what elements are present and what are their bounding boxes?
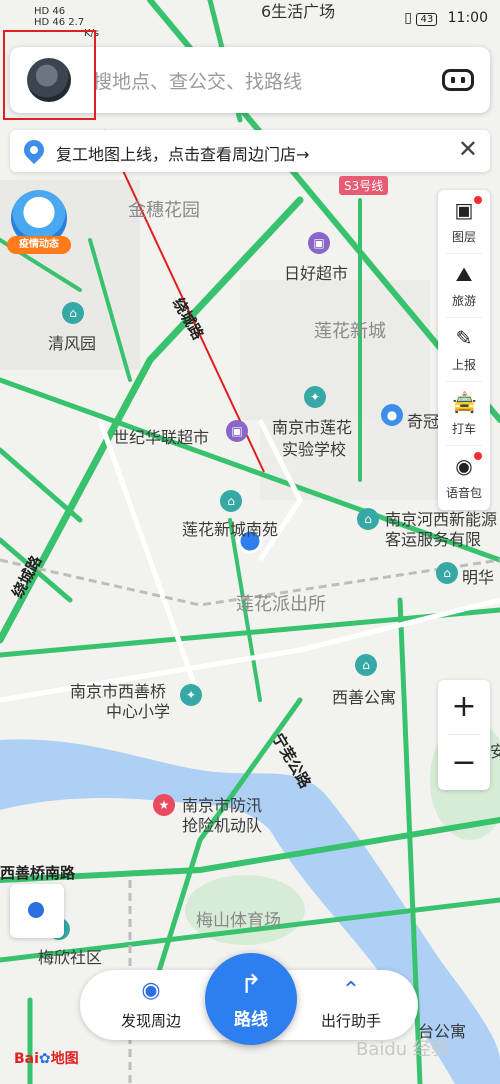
- banner-text[interactable]: 复工地图上线，点击查看周边门店→: [56, 141, 309, 165]
- map-label-meixin[interactable]: 梅欣社区: [38, 944, 102, 968]
- tool-label: 语音包: [445, 486, 482, 500]
- supermarket-icon[interactable]: ▣: [308, 232, 330, 254]
- map-label-an[interactable]: 安: [490, 738, 500, 762]
- map-label-school-1[interactable]: 南京市莲花: [272, 414, 352, 438]
- logo-text-bai: Bai: [14, 1051, 39, 1067]
- notice-banner[interactable]: 复工地图上线，点击查看周边门店→ ✕: [10, 130, 490, 172]
- map-label-police[interactable]: 莲花派出所: [236, 590, 326, 616]
- signal-line-2: HD 46 2.7: [34, 17, 85, 28]
- assistant-label: 出行助手: [320, 1012, 381, 1030]
- route-arrow-icon: ↱: [240, 970, 262, 1000]
- epidemic-label: 疫情动态: [7, 236, 71, 254]
- route-label: 路线: [234, 1010, 268, 1030]
- discover-label: 发现周边: [120, 1012, 181, 1030]
- assistant-icon: ⌃: [341, 978, 361, 1003]
- close-icon[interactable]: ✕: [458, 137, 478, 161]
- divider: [448, 734, 480, 735]
- tool-layers[interactable]: ▣ 图层: [438, 190, 490, 252]
- voice-pack-icon: ◉: [455, 454, 473, 478]
- eye-icon: ◉: [141, 978, 161, 1003]
- zoom-control: + −: [438, 680, 490, 790]
- tool-taxi[interactable]: 🚖 打车: [438, 382, 490, 444]
- layers-icon: ▣: [454, 198, 474, 222]
- route-button[interactable]: ↱ 路线: [205, 953, 297, 1045]
- map-label-flood-2[interactable]: 抢险机动队: [182, 812, 262, 836]
- locate-button[interactable]: [10, 884, 64, 938]
- signal-line-1: HD 46: [34, 6, 66, 17]
- annotation-highlight-box: [3, 30, 96, 120]
- metro-line-s3[interactable]: S3号线: [339, 176, 389, 195]
- tool-label: 上报: [451, 358, 476, 372]
- zoom-in-button[interactable]: +: [438, 680, 490, 734]
- tool-label: 打车: [451, 422, 476, 436]
- baidu-map-logo: Bai✿地图: [14, 1048, 79, 1068]
- map-label-meishan[interactable]: 梅山体育场: [196, 906, 281, 931]
- residence-icon[interactable]: ⌂: [220, 490, 242, 512]
- search-input[interactable]: 搜地点、查公交、找路线: [93, 67, 302, 94]
- map-label-lianhua-newcity[interactable]: 莲花新城: [314, 317, 386, 343]
- report-icon: ✎: [455, 326, 473, 350]
- flood-control-icon[interactable]: ★: [153, 794, 175, 816]
- tool-travel[interactable]: ⛰ 旅游: [438, 254, 490, 316]
- map-label-minghua[interactable]: 明华: [462, 564, 494, 588]
- road-label-xishanqiao: 西善桥南路: [0, 864, 76, 882]
- map-tools-panel: ▣ 图层 ⛰ 旅游 ✎ 上报 🚖 打车 ◉ 语音包: [438, 190, 490, 510]
- tool-label: 旅游: [451, 294, 476, 308]
- paw-icon: ✿: [38, 1051, 51, 1067]
- supermarket-icon[interactable]: ▣: [226, 420, 248, 442]
- battery-icon: 43: [416, 13, 438, 26]
- school-icon[interactable]: ✦: [180, 684, 202, 706]
- school-icon[interactable]: ✦: [304, 386, 326, 408]
- map-label-rihao[interactable]: 日好超市: [284, 260, 348, 284]
- notification-dot: [474, 452, 482, 460]
- map-label-qingfeng[interactable]: 清风园: [48, 330, 96, 354]
- compass-icon: [24, 898, 48, 922]
- clock: 11:00: [447, 10, 488, 26]
- map-label-xishan-school-2[interactable]: 中心小学: [106, 698, 170, 722]
- map-label-school-2[interactable]: 实验学校: [282, 436, 346, 460]
- voice-assistant-icon[interactable]: [442, 69, 474, 91]
- logo-text-ditu: 地图: [50, 1051, 79, 1067]
- map-label-jinsui[interactable]: 金穗花园: [128, 196, 200, 222]
- station-icon[interactable]: ⌂: [357, 508, 379, 530]
- map-label-qiji[interactable]: 奇冠: [407, 408, 439, 432]
- tool-label: 图层: [451, 230, 476, 244]
- residence-icon[interactable]: ⌂: [355, 654, 377, 676]
- status-right: ▯ 43 11:00: [404, 10, 488, 26]
- notification-dot: [474, 196, 482, 204]
- tool-voice-pack[interactable]: ◉ 语音包: [438, 446, 490, 508]
- travel-assistant-button[interactable]: ⌃ 出行助手: [296, 976, 406, 1036]
- residence-icon[interactable]: ⌂: [62, 302, 84, 324]
- map-label-shiji[interactable]: 世纪华联超市: [113, 424, 209, 448]
- travel-icon: ⛰: [455, 262, 473, 286]
- service-icon[interactable]: ●: [381, 404, 403, 426]
- map-label-xishan-apt[interactable]: 西善公寓: [332, 684, 396, 708]
- location-pin-icon: [19, 135, 49, 165]
- map-label-station-2[interactable]: 客运服务有限: [385, 526, 481, 550]
- discover-nearby-button[interactable]: ◉ 发现周边: [96, 976, 206, 1036]
- taxi-icon: 🚖: [452, 390, 477, 414]
- watermark: Baidu 经验: [356, 1039, 449, 1060]
- tool-report[interactable]: ✎ 上报: [438, 318, 490, 380]
- vibrate-icon: ▯: [404, 10, 412, 26]
- zoom-out-button[interactable]: −: [438, 736, 490, 790]
- epidemic-widget[interactable]: 疫情动态: [7, 190, 71, 258]
- map-label-lianhua-nanyuan[interactable]: 莲花新城南苑: [182, 516, 278, 540]
- residence-icon[interactable]: ⌂: [436, 562, 458, 584]
